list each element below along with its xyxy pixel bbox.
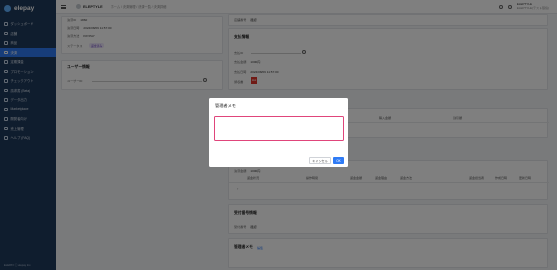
cancel-button[interactable]: キャンセル — [309, 157, 331, 164]
memo-textarea[interactable] — [214, 116, 344, 141]
modal-title: 管理者メモ — [215, 103, 236, 108]
ok-button[interactable]: OK — [333, 157, 344, 164]
